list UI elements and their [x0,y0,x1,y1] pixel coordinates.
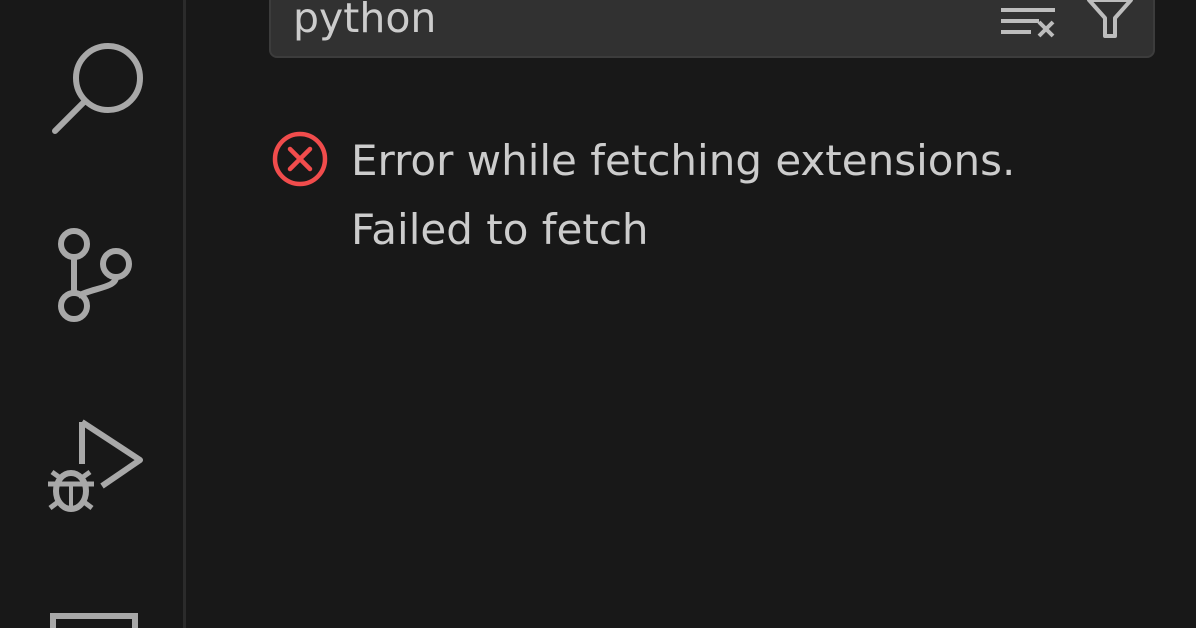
panel-icon[interactable] [50,612,138,628]
search-input[interactable] [293,0,973,46]
error-message-line-1: Error while fetching extensions. [351,136,1016,185]
search-box [269,0,1155,58]
source-control-icon[interactable] [54,226,134,326]
extensions-sidebar: Error while fetching extensions. Failed … [186,0,1196,628]
extensions-view: Error while fetching extensions. Failed … [0,0,1196,628]
filter-icon[interactable] [1085,0,1135,38]
run-debug-icon[interactable] [44,416,146,518]
clear-filter-icon[interactable] [999,0,1059,44]
error-message-line-2: Failed to fetch [351,205,649,254]
activity-bar [0,0,186,628]
error-message: Error while fetching extensions. Failed … [351,126,1131,264]
search-icon[interactable] [48,38,146,136]
error-icon [271,130,329,188]
